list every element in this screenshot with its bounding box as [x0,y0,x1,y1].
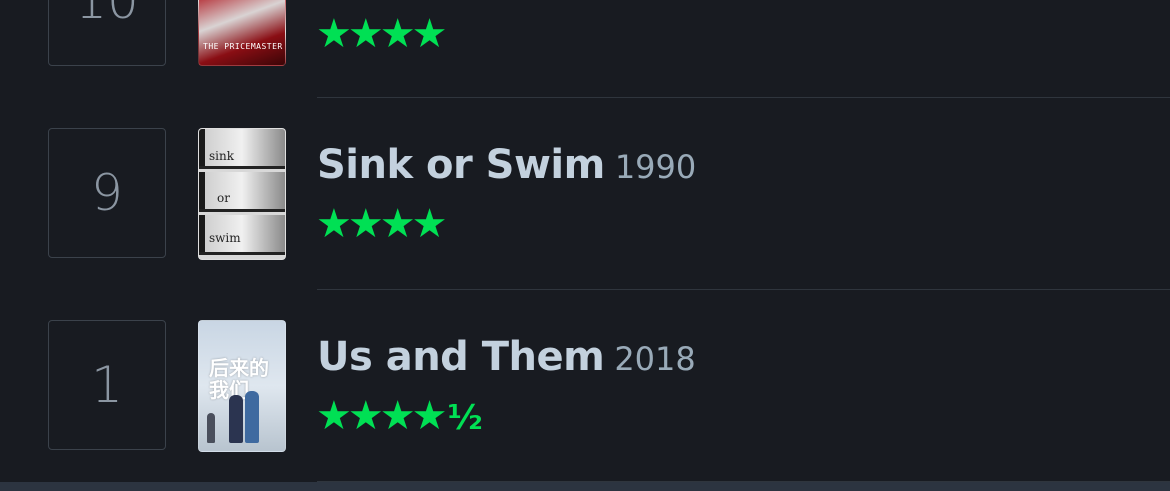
rating-stars: ★★★★ [316,201,447,247]
rank-number: 1 [91,356,123,414]
film-title-link[interactable]: Us and Them [317,334,605,380]
rating-half-star: ½ [447,398,483,438]
rating-stars: ★★★★ [316,11,447,57]
star-rating: ★★★★ [316,14,447,54]
film-heading: Us and Them 2018 [317,334,696,380]
film-poster[interactable]: 后来的我们 [198,320,286,452]
film-poster[interactable]: sink or swim [198,128,286,260]
star-rating: ★★★★ [316,204,447,244]
poster-word: sink [209,149,234,163]
film-year-link[interactable]: 1990 [615,148,696,186]
poster-caption: THE PRICEMASTER [203,42,283,51]
film-list-item-1: 1 后来的我们 Us and Them 2018 ★★★★ ½ [0,290,1170,482]
film-poster[interactable]: THE PRICEMASTER [198,0,286,66]
film-title-link[interactable]: Sink or Swim [317,142,605,188]
film-list-item-9: 9 sink or swim Sink or Swim 1990 ★★★★ [0,98,1170,290]
poster-word: swim [209,231,241,245]
rank-number-box: 10 [48,0,166,66]
rank-number-box: 1 [48,320,166,450]
film-year-link[interactable]: 2018 [614,340,695,378]
rank-number: 9 [91,164,123,222]
rank-number: 10 [75,0,139,30]
film-heading: Sink or Swim 1990 [317,142,696,188]
rating-stars: ★★★★ [316,393,447,439]
poster-word: or [217,191,230,205]
film-list-item-10: 10 THE PRICEMASTER ★★★★ [0,0,1170,98]
star-rating: ★★★★ ½ [316,396,483,436]
rank-number-box: 9 [48,128,166,258]
bottom-bar [0,482,1170,491]
